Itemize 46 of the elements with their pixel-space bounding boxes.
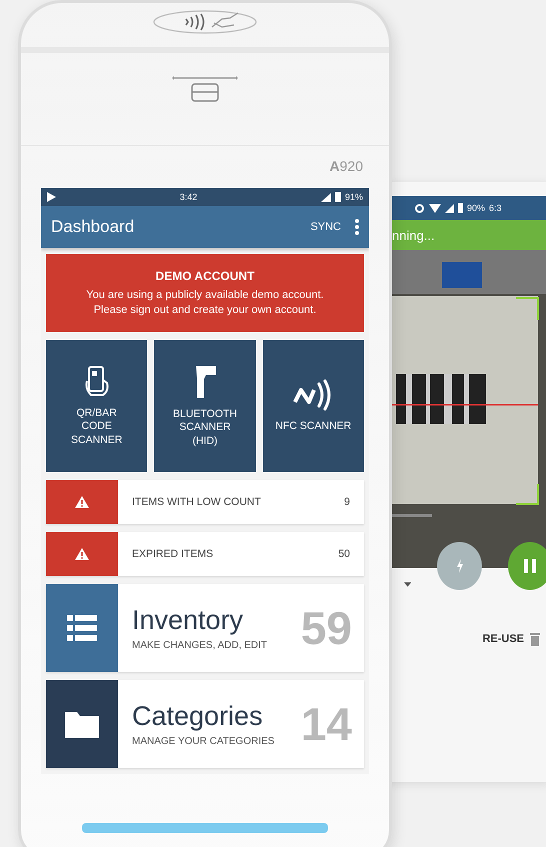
alert-row[interactable]: EXPIRED ITEMS 50 <box>46 532 364 576</box>
battery-icon <box>458 203 463 213</box>
flash-button[interactable] <box>437 542 482 590</box>
section-row[interactable]: Inventory MAKE CHANGES, ADD, EDIT 59 <box>46 584 364 672</box>
alert-count: 9 <box>344 496 351 508</box>
trash-icon[interactable] <box>530 632 540 646</box>
section-title: Inventory <box>132 605 244 636</box>
warning-icon <box>75 548 89 560</box>
alert-label: ITEMS WITH LOW COUNT <box>131 496 262 508</box>
alert-count: 50 <box>338 548 351 560</box>
card-slot-icon <box>172 75 238 103</box>
header-title: nning... <box>392 228 435 242</box>
scanner-tile[interactable]: BLUETOOTH SCANNER (HID) <box>154 340 256 472</box>
section-subtitle: MANAGE YOUR CATEGORIES <box>132 736 274 747</box>
reuse-button[interactable]: RE-USE <box>482 633 524 645</box>
status-time: 3:42 <box>180 192 198 202</box>
sync-button[interactable]: SYNC <box>310 221 341 234</box>
battery-level: 90% <box>467 203 486 213</box>
wifi-icon <box>429 204 441 212</box>
signal-icon <box>445 204 454 212</box>
alert-label: EXPIRED ITEMS <box>131 548 214 560</box>
model-label: A920 <box>330 158 363 176</box>
sync-icon <box>414 202 425 214</box>
folder-icon <box>65 710 99 738</box>
battery-level: 91% <box>344 192 363 202</box>
list-icon <box>67 615 97 641</box>
status-time: 6:3 <box>489 203 502 213</box>
banner-title: DEMO ACCOUNT <box>154 269 256 284</box>
scanner-tile[interactable]: QR/BAR CODE SCANNER <box>46 340 148 472</box>
section-subtitle: MAKE CHANGES, ADD, EDIT <box>132 640 268 651</box>
dropdown-caret-icon[interactable] <box>404 582 412 586</box>
section-count: 59 <box>300 601 353 655</box>
warning-icon <box>75 496 89 508</box>
banner-message: You are using a publicly available demo account. Please sign out and create your own account. <box>85 288 325 317</box>
battery-icon <box>334 192 341 202</box>
pause-button[interactable] <box>508 542 546 590</box>
section-title: Categories <box>132 701 263 732</box>
more-options-icon[interactable] <box>355 219 359 236</box>
alert-row[interactable]: ITEMS WITH LOW COUNT 9 <box>46 480 364 524</box>
pause-icon <box>524 559 536 573</box>
contactless-reader-icon <box>152 9 258 35</box>
scanner-tile[interactable]: NFC SCANNER <box>262 340 364 472</box>
section-count: 14 <box>300 697 353 751</box>
signal-icon <box>320 192 331 202</box>
lightning-icon <box>456 559 464 573</box>
screen-title: Dashboard <box>51 217 136 238</box>
